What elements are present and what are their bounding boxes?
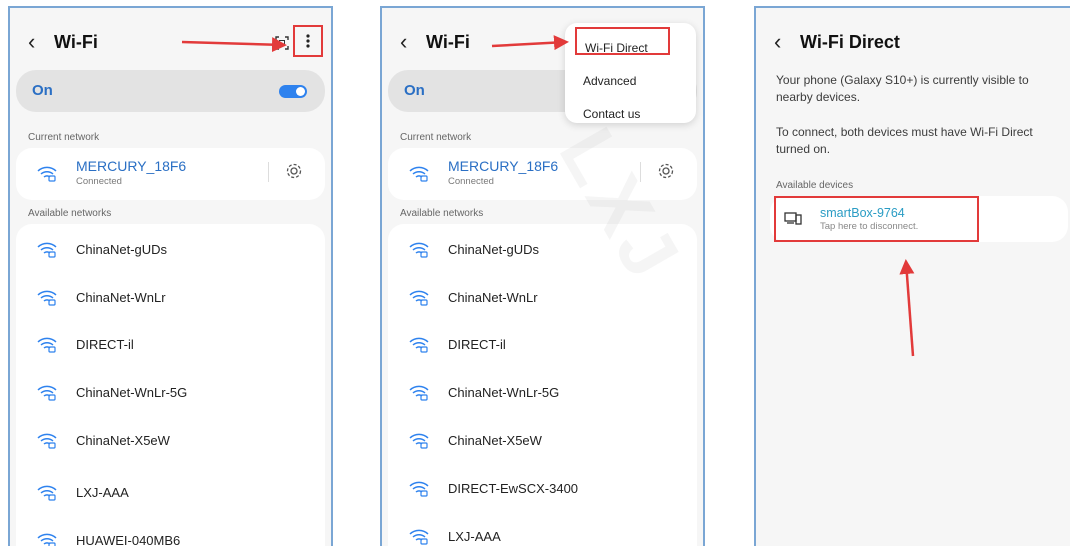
- page-title: Wi-Fi: [54, 32, 98, 52]
- network-name: DIRECT-il: [76, 337, 134, 352]
- app-header: ‹ Wi-Fi Direct: [756, 28, 1070, 62]
- network-item[interactable]: LXJ-AAA: [388, 513, 697, 546]
- wifi-switch[interactable]: [279, 85, 307, 98]
- wifi-locked-icon: [409, 337, 429, 353]
- network-name: ChinaNet-X5eW: [448, 433, 542, 448]
- network-name: ChinaNet-gUDs: [76, 242, 168, 257]
- page-title: Wi-Fi: [426, 32, 470, 52]
- wifi-toggle-row[interactable]: On: [16, 70, 325, 112]
- gear-icon[interactable]: [657, 162, 675, 180]
- network-name: ChinaNet-WnLr-5G: [448, 385, 560, 400]
- divider: [268, 162, 269, 182]
- network-name: ChinaNet-WnLr: [448, 290, 538, 305]
- wifi-locked-icon: [37, 385, 57, 401]
- wifi-toggle-label: On: [32, 82, 53, 99]
- current-network-name: MERCURY_18F6: [76, 158, 187, 174]
- network-item[interactable]: ChinaNet-X5eW: [388, 417, 697, 465]
- wifi-locked-icon: [409, 242, 429, 258]
- current-network-status: Connected: [76, 176, 122, 187]
- network-name: ChinaNet-WnLr-5G: [76, 385, 188, 400]
- chevron-left-icon[interactable]: ‹: [400, 29, 407, 55]
- current-network-label: Current network: [400, 132, 472, 143]
- chevron-left-icon[interactable]: ‹: [774, 29, 781, 55]
- highlight-box: [575, 27, 670, 55]
- app-header: ‹ Wi-Fi: [10, 25, 331, 62]
- wifi-locked-icon: [409, 433, 429, 449]
- phone-screen-wifi-direct: ‹ Wi-Fi Direct Your phone (Galaxy S10+) …: [754, 6, 1070, 546]
- wifi-locked-icon: [409, 290, 429, 306]
- available-networks-label: Available networks: [28, 208, 112, 219]
- more-vertical-icon[interactable]: [293, 25, 323, 57]
- network-name: DIRECT-EwSCX-3400: [448, 481, 579, 496]
- current-network-label: Current network: [28, 132, 100, 143]
- phone-screen-wifi: ‹ Wi-Fi On Current network MERCURY_18F6 …: [8, 6, 333, 546]
- wifi-locked-icon: [37, 166, 57, 182]
- page-title: Wi-Fi Direct: [800, 32, 900, 52]
- connect-instructions: To connect, both devices must have Wi-Fi…: [776, 125, 1033, 156]
- gear-icon[interactable]: [285, 162, 303, 180]
- network-name: DIRECT-il: [448, 337, 506, 352]
- network-name: LXJ-AAA: [76, 485, 129, 500]
- wifi-locked-icon: [37, 290, 57, 306]
- network-name: ChinaNet-gUDs: [448, 242, 540, 257]
- chevron-left-icon[interactable]: ‹: [28, 29, 35, 55]
- network-item[interactable]: ChinaNet-WnLr: [388, 274, 697, 322]
- wifi-toggle-label: On: [404, 82, 425, 99]
- network-item[interactable]: ChinaNet-WnLr-5G: [388, 369, 697, 417]
- network-list: ChinaNet-gUDs ChinaNet-WnLr DIRECT-il Ch…: [16, 224, 325, 546]
- network-name: ChinaNet-X5eW: [76, 433, 170, 448]
- network-item[interactable]: DIRECT-il: [388, 321, 697, 369]
- wifi-locked-icon: [409, 166, 429, 182]
- current-network-status: Connected: [448, 176, 494, 187]
- wifi-locked-icon: [37, 533, 57, 546]
- wifi-locked-icon: [409, 529, 429, 545]
- network-item[interactable]: ChinaNet-WnLr: [16, 274, 325, 322]
- wifi-locked-icon: [37, 337, 57, 353]
- network-item[interactable]: LXJ-AAA: [16, 469, 325, 517]
- wifi-locked-icon: [409, 385, 429, 401]
- network-item[interactable]: ChinaNet-gUDs: [16, 226, 325, 274]
- current-network-item[interactable]: MERCURY_18F6 Connected: [16, 148, 325, 200]
- network-item[interactable]: HUAWEI-040MB6: [16, 517, 325, 546]
- network-item[interactable]: DIRECT-il: [16, 321, 325, 369]
- network-name: HUAWEI-040MB6: [76, 533, 181, 546]
- network-item[interactable]: ChinaNet-WnLr-5G: [16, 369, 325, 417]
- available-networks-label: Available networks: [400, 208, 484, 219]
- qr-scan-icon[interactable]: [275, 36, 289, 50]
- wifi-locked-icon: [37, 242, 57, 258]
- network-item[interactable]: ChinaNet-X5eW: [16, 417, 325, 465]
- network-item[interactable]: DIRECT-EwSCX-3400: [388, 465, 697, 513]
- wifi-locked-icon: [409, 481, 429, 497]
- network-name: ChinaNet-WnLr: [76, 290, 166, 305]
- available-devices-label: Available devices: [776, 180, 854, 191]
- menu-item-advanced[interactable]: Advanced: [583, 74, 636, 88]
- visibility-text: Your phone (Galaxy S10+) is currently vi…: [776, 73, 1029, 104]
- wifi-locked-icon: [37, 433, 57, 449]
- highlight-box: [774, 196, 979, 242]
- wifi-locked-icon: [37, 485, 57, 501]
